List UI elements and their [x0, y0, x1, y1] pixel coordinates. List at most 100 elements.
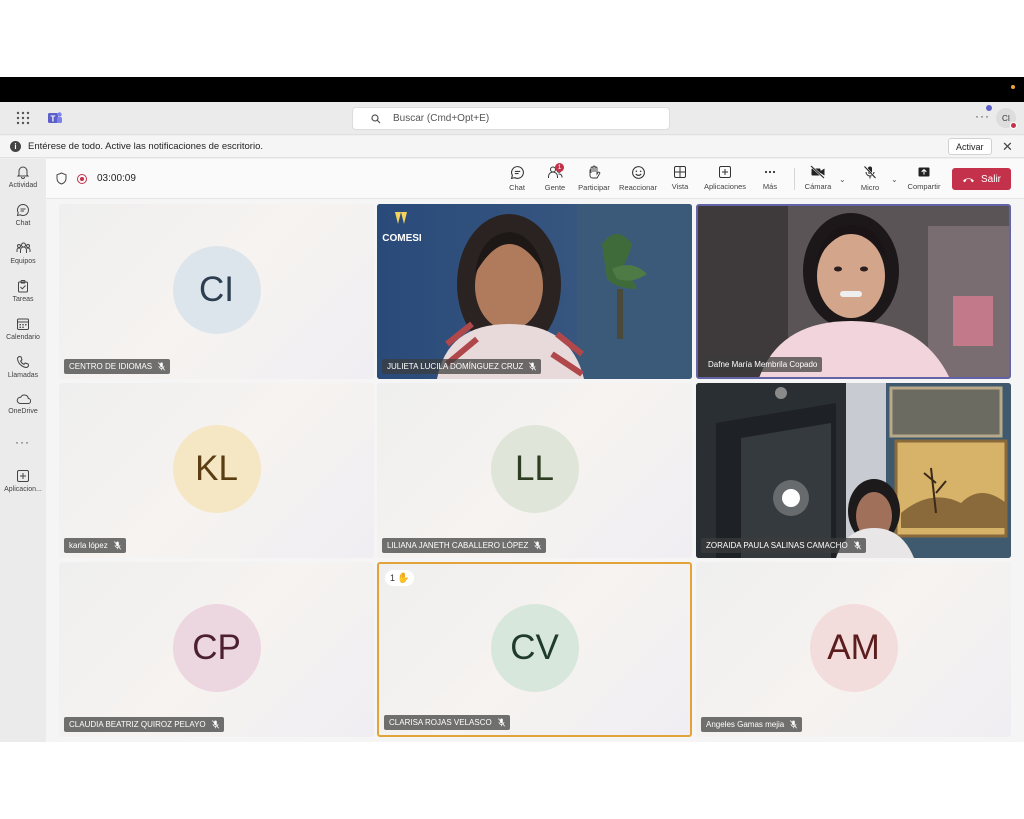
indicator-dot: [1011, 85, 1015, 89]
raise-hand-button[interactable]: Participar: [576, 165, 612, 195]
close-icon[interactable]: ✕: [1002, 139, 1013, 155]
teams-window: T Buscar (Cmd+Opt+E) ··· CI i Entérese d…: [0, 77, 1024, 742]
search-input[interactable]: Buscar (Cmd+Opt+E): [352, 107, 670, 130]
mic-off-icon: [497, 718, 505, 727]
hand-icon: [589, 165, 601, 179]
participant-nameplate: Dafne María Membrila Copado: [703, 357, 823, 372]
sidebar-item-apps[interactable]: Aplicacion...: [0, 469, 46, 505]
sidebar-item-activity[interactable]: Actividad: [0, 165, 46, 201]
sidebar-item-label: Chat: [15, 220, 31, 227]
calendar-icon: [17, 318, 29, 330]
participant-nameplate: CENTRO DE IDIOMAS: [64, 359, 171, 374]
participant-video-tile[interactable]: ZORAIDA PAULA SALINAS CAMACHO: [696, 383, 1011, 558]
chat-icon: [510, 166, 524, 180]
participant-video-feed: [696, 383, 1011, 558]
participant-video-tile[interactable]: COMESI JULIETA LUCILA DOMÍNGUEZ CRUZ: [377, 204, 692, 379]
participant-video-tile[interactable]: Dafne María Membrila Copado: [696, 204, 1011, 379]
user-avatar[interactable]: CI: [986, 105, 1017, 129]
recording-icon: [77, 174, 87, 184]
smiley-icon: [631, 166, 645, 179]
share-button-label: Compartir: [907, 182, 941, 191]
app-bar: Actividad Chat Equipos Tareas Calendario…: [0, 159, 46, 742]
sidebar-item-onedrive[interactable]: OneDrive: [0, 393, 46, 429]
sidebar-item-teams[interactable]: Equipos: [0, 241, 46, 277]
avatar-initials: LL: [515, 448, 554, 488]
people-button-label: Gente: [544, 183, 566, 192]
participant-avatar: KL: [172, 424, 261, 513]
camera-options-chevron-icon[interactable]: ⌄: [839, 175, 846, 184]
mic-button-label: Micro: [860, 183, 880, 192]
participant-name: karla lópez: [69, 541, 108, 550]
raised-hand-badge: 1 ✋: [385, 570, 415, 586]
participant-name: CENTRO DE IDIOMAS: [69, 362, 153, 371]
participant-nameplate: CLARISA ROJAS VELASCO: [384, 715, 510, 730]
title-bar: T Buscar (Cmd+Opt+E) ··· CI: [0, 102, 1024, 135]
share-screen-icon: [918, 167, 930, 177]
notification-text: Entérese de todo. Active las notificacio…: [28, 141, 263, 152]
sidebar-item-label: Actividad: [8, 182, 38, 189]
mic-off-icon: [158, 362, 166, 371]
sidebar-item-label: Aplicacion...: [4, 486, 42, 493]
sidebar-item-label: Equipos: [10, 258, 36, 265]
participant-tile[interactable]: AM Angeles Gamas mejia: [696, 562, 1011, 737]
mic-off-icon: [853, 541, 861, 550]
people-count-badge: 1: [555, 163, 564, 172]
people-button[interactable]: Gente 1: [542, 163, 568, 195]
sidebar-item-calls[interactable]: Llamadas: [0, 355, 46, 391]
view-button-label: Vista: [671, 182, 689, 191]
mic-options-chevron-icon[interactable]: ⌄: [891, 175, 898, 184]
sidebar-item-label: Calendario: [6, 334, 40, 341]
presence-busy-icon: [1010, 122, 1017, 129]
participant-avatar: CP: [172, 603, 261, 692]
layout-grid-icon: [674, 166, 686, 178]
participant-tile[interactable]: CP CLAUDIA BEATRIZ QUIROZ PELAYO: [59, 562, 374, 737]
chat-button[interactable]: Chat: [506, 165, 528, 195]
participant-nameplate: CLAUDIA BEATRIZ QUIROZ PELAYO: [64, 717, 224, 732]
participant-video-feed: COMESI: [377, 204, 692, 379]
sidebar-item-calendar[interactable]: Calendario: [0, 317, 46, 353]
avatar-initials: AM: [827, 627, 880, 667]
participant-tile[interactable]: 1 ✋ CV CLARISA ROJAS VELASCO: [377, 562, 692, 737]
raise-hand-label: Participar: [578, 183, 610, 192]
camera-button[interactable]: Cámara: [803, 165, 833, 195]
participant-tile[interactable]: KL karla lópez: [59, 383, 374, 558]
apps-button[interactable]: Aplicaciones: [701, 165, 749, 195]
avatar-initials: CP: [192, 627, 241, 667]
participant-avatar: CV: [490, 603, 579, 692]
more-options-icon[interactable]: ···: [975, 109, 990, 123]
add-app-icon: [17, 470, 29, 482]
meeting-stage: 03:00:09 Chat Gente 1 Participar Reaccio…: [46, 159, 1024, 742]
mic-button[interactable]: Micro: [857, 165, 883, 195]
more-button[interactable]: Más: [760, 165, 780, 195]
add-app-icon: [719, 166, 731, 178]
participant-tile[interactable]: LL LILIANA JANETH CABALLERO LÓPEZ: [377, 383, 692, 558]
shield-icon[interactable]: [56, 172, 67, 185]
more-apps-icon[interactable]: ···: [15, 435, 30, 449]
sidebar-item-chat[interactable]: Chat: [0, 203, 46, 239]
participant-tile[interactable]: CI CENTRO DE IDIOMAS: [59, 204, 374, 379]
toolbar-divider: [794, 168, 795, 190]
share-button[interactable]: Compartir: [906, 165, 942, 195]
phone-icon: [16, 355, 30, 369]
info-icon: i: [10, 141, 21, 152]
more-button-label: Más: [762, 182, 778, 191]
participant-nameplate: ZORAIDA PAULA SALINAS CAMACHO: [701, 538, 866, 553]
mic-off-icon: [113, 541, 121, 550]
activate-button[interactable]: Activar: [948, 138, 992, 155]
cloud-icon: [16, 394, 31, 404]
call-timer: 03:00:09: [97, 173, 136, 184]
mic-off-icon: [211, 720, 219, 729]
leave-button[interactable]: Salir: [952, 168, 1011, 190]
user-initials: CI: [1002, 113, 1010, 123]
app-launcher-icon[interactable]: [16, 111, 30, 125]
mic-off-icon: [863, 165, 877, 179]
chat-icon: [16, 203, 29, 217]
participant-nameplate: JULIETA LUCILA DOMÍNGUEZ CRUZ: [382, 359, 542, 374]
participant-name: CLARISA ROJAS VELASCO: [389, 718, 492, 727]
participant-nameplate: LILIANA JANETH CABALLERO LÓPEZ: [382, 538, 547, 553]
sidebar-item-tasks[interactable]: Tareas: [0, 279, 46, 315]
avatar-initials: CV: [510, 627, 559, 667]
apps-button-label: Aplicaciones: [703, 182, 747, 191]
view-button[interactable]: Vista: [669, 165, 691, 195]
react-button[interactable]: Reaccionar: [617, 165, 659, 195]
